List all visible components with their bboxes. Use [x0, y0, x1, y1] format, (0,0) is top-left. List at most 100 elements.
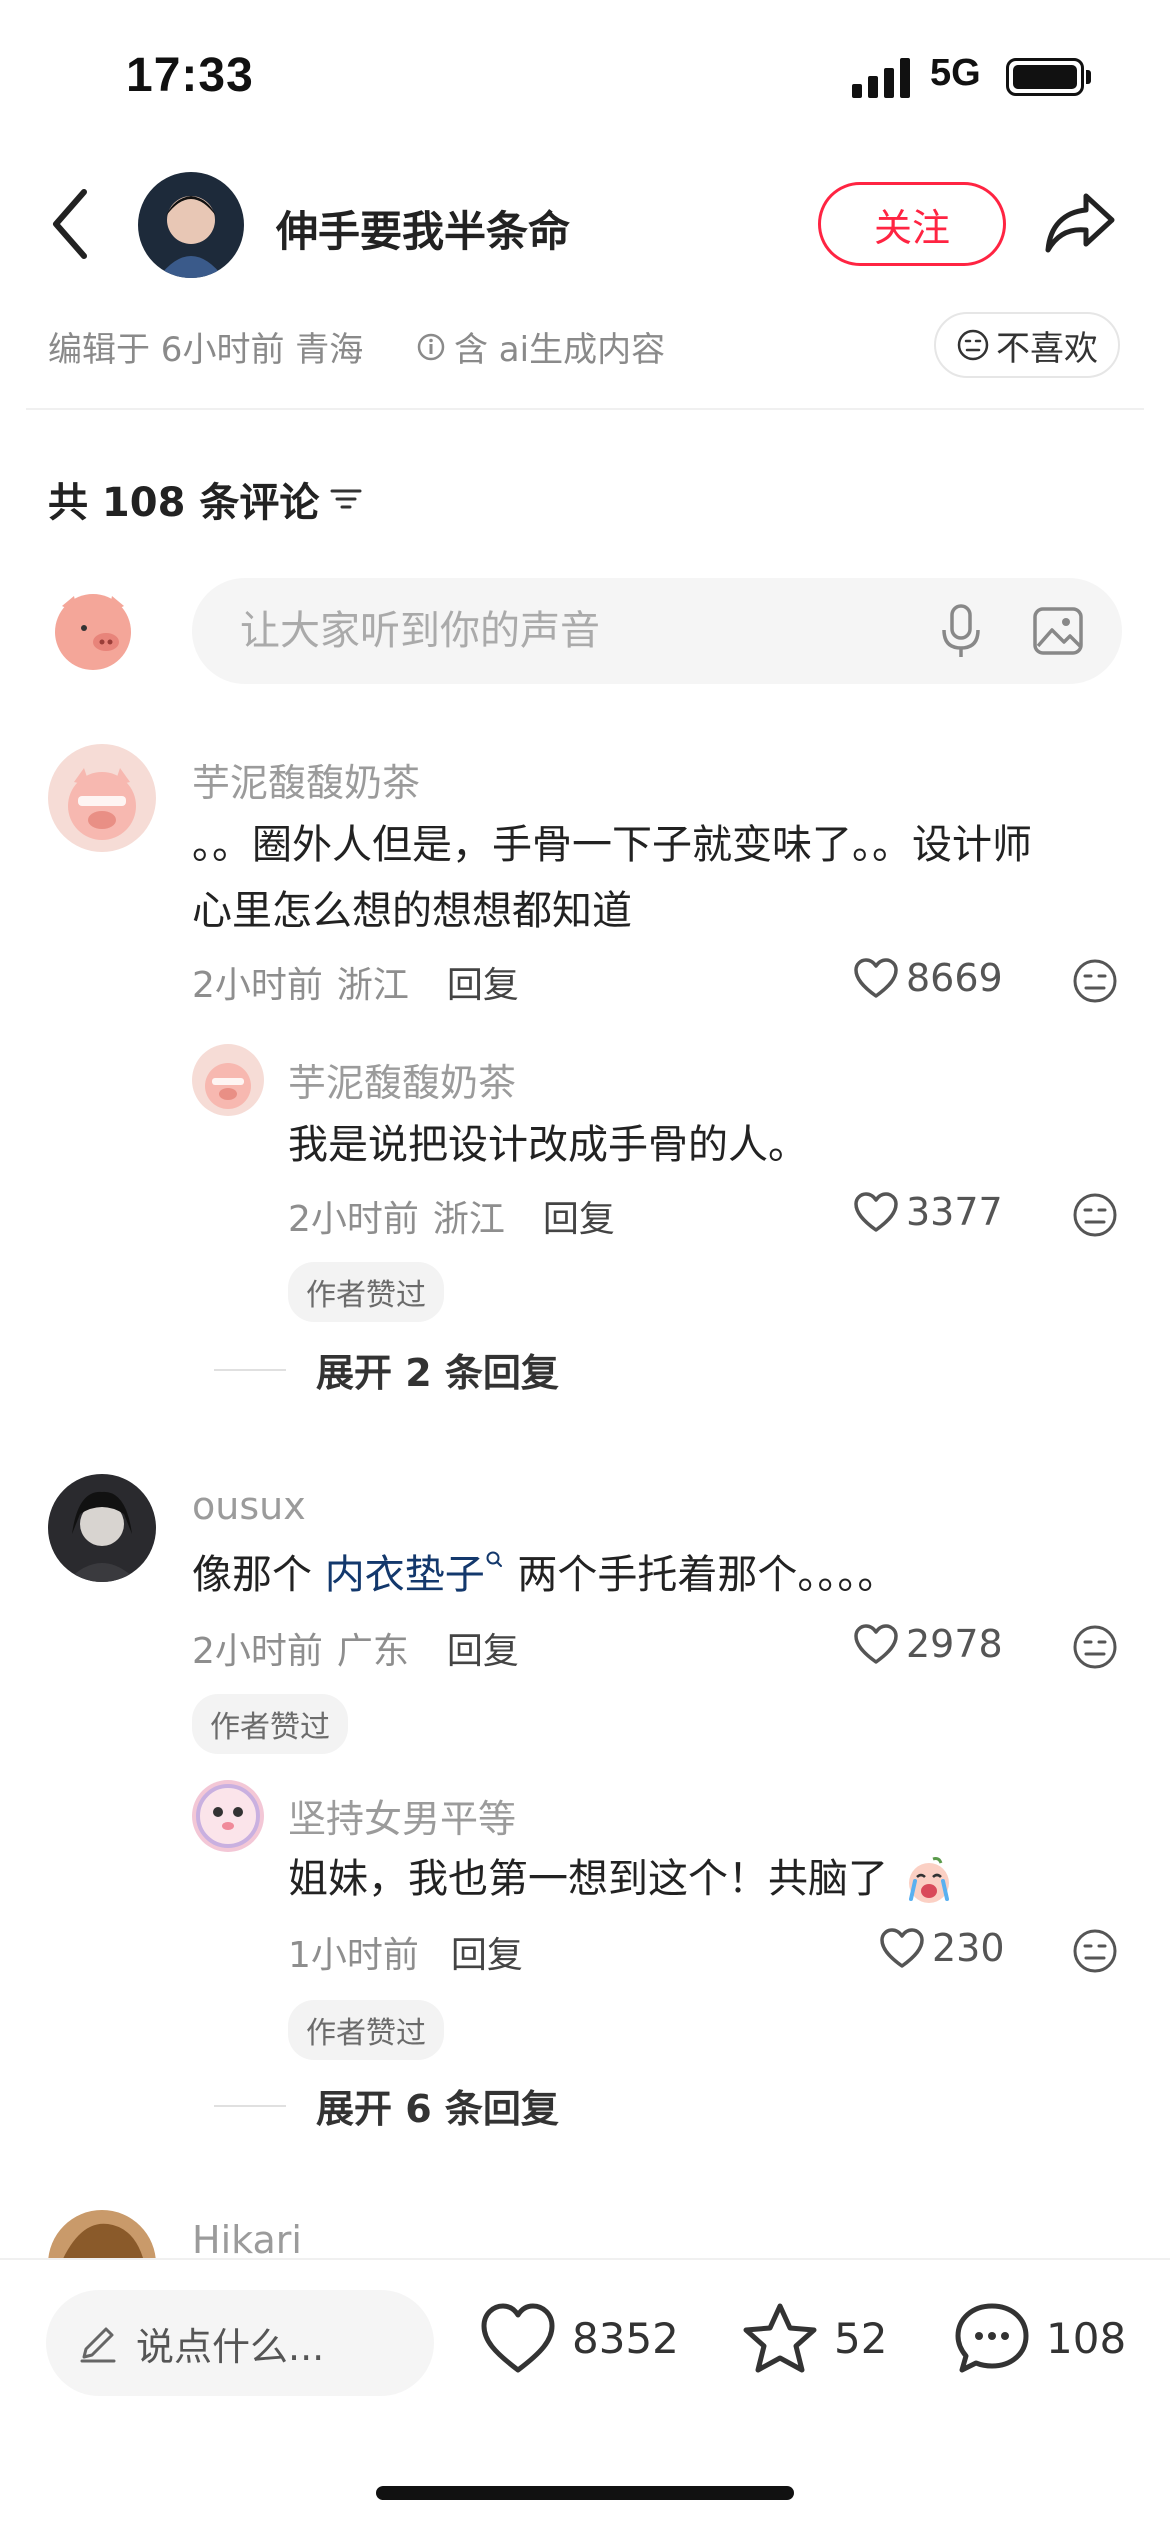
divider — [26, 408, 1144, 410]
ai-note-text: 含 ai生成内容 — [454, 330, 666, 370]
heart-icon — [854, 1624, 898, 1664]
reply-time: 2小时前 — [288, 1199, 419, 1240]
divider — [214, 1368, 286, 1371]
pencil-icon — [80, 2327, 116, 2363]
dislike-button[interactable]: 不喜欢 — [934, 312, 1120, 378]
reply-meta: 2小时前 浙江 回复 — [288, 1190, 615, 1242]
reply-text-content: 姐妹，我也第一想到这个！共脑了 — [288, 1856, 888, 1902]
post-like-button[interactable]: 8352 — [478, 2300, 679, 2376]
info-icon — [417, 333, 445, 360]
reply-button[interactable]: 回复 — [447, 1622, 519, 1674]
battery-tip — [1086, 70, 1091, 84]
filter-icon — [330, 489, 362, 509]
reply-text: 姐妹，我也第一想到这个！共脑了 — [288, 1846, 955, 1912]
comment-count-label: 共 108 条评论 — [48, 480, 320, 526]
mic-button[interactable] — [938, 602, 984, 660]
comment-username[interactable]: ousux — [192, 1484, 306, 1528]
neutral-face-icon — [1073, 1193, 1117, 1237]
comment-like-button[interactable]: 2978 — [852, 1622, 1003, 1666]
post-star-button[interactable]: 52 — [740, 2300, 887, 2376]
post-comment-count: 108 — [1046, 2313, 1127, 2363]
comment-avatar[interactable] — [48, 744, 156, 852]
follow-button[interactable]: 关注 — [818, 182, 1006, 266]
post-star-count: 52 — [834, 2313, 888, 2363]
author-liked-badge: 作者赞过 — [288, 1262, 444, 1322]
reply-dislike-button[interactable] — [1072, 1192, 1118, 1242]
reply-avatar[interactable] — [192, 1044, 264, 1116]
author-name[interactable]: 伸手要我半条命 — [276, 198, 570, 259]
reply-button[interactable]: 回复 — [447, 956, 519, 1008]
like-count: 230 — [932, 1926, 1005, 1970]
reply-dislike-button[interactable] — [1072, 1928, 1118, 1978]
image-button[interactable] — [1032, 606, 1084, 656]
battery-icon — [1006, 58, 1084, 96]
comment-username[interactable]: Hikari — [192, 2218, 302, 2262]
my-avatar — [48, 584, 138, 674]
crying-emoji-icon — [908, 1857, 949, 1903]
reply-like-button[interactable]: 230 — [878, 1926, 1005, 1970]
neutral-face-icon — [1073, 1625, 1117, 1669]
reply-username[interactable]: 坚持女男平等 — [288, 1788, 516, 1843]
comment-username[interactable]: 芋泥馥馥奶茶 — [192, 752, 420, 807]
home-indicator[interactable] — [376, 2486, 794, 2500]
comment-time: 2小时前 — [192, 965, 323, 1006]
share-button[interactable] — [1042, 188, 1118, 258]
comment-avatar[interactable] — [48, 1474, 156, 1582]
network-label: 5G — [930, 52, 981, 94]
comment-text-line: 心里怎么想的想想都知道 — [192, 888, 632, 934]
comment-text: 像那个 内衣垫子 两个手托着那个。。。。 — [192, 1542, 897, 1608]
status-time: 17:33 — [126, 49, 254, 102]
comment-dislike-button[interactable] — [1072, 1624, 1118, 1674]
heart-icon — [481, 2303, 555, 2373]
author-liked-badge: 作者赞过 — [288, 2000, 444, 2060]
heart-icon — [880, 1928, 924, 1968]
reply-avatar[interactable] — [192, 1780, 264, 1852]
comment-text: 。。圈外人但是，手骨一下子就变味了。。设计师 心里怎么想的想想都知道 — [192, 812, 1032, 944]
post-like-count: 8352 — [572, 2313, 679, 2363]
neutral-face-icon — [1073, 1929, 1117, 1973]
post-comment-button[interactable]: 108 — [952, 2300, 1126, 2376]
search-link[interactable]: 内衣垫子 — [325, 1552, 485, 1598]
comment-count-header[interactable]: 共 108 条评论 — [48, 470, 363, 528]
comment-dislike-button[interactable] — [1072, 958, 1118, 1008]
chat-bubble-icon — [955, 2303, 1029, 2373]
search-small-icon[interactable] — [485, 1550, 505, 1574]
star-icon — [743, 2303, 817, 2373]
comment-input[interactable] — [240, 602, 880, 660]
comment-text-line: 。。圈外人但是，手骨一下子就变味了。。设计师 — [192, 822, 1032, 868]
post-edit-info: 编辑于 6小时前 青海 — [48, 330, 364, 370]
ai-content-note: 含 ai生成内容 — [416, 322, 665, 371]
say-something-input[interactable]: 说点什么... — [46, 2290, 434, 2396]
reply-button[interactable]: 回复 — [543, 1190, 615, 1242]
image-icon — [1033, 607, 1083, 655]
expand-replies-button[interactable]: 展开 2 条回复 — [214, 1342, 559, 1397]
reply-text: 我是说把设计改成手骨的人。 — [288, 1122, 808, 1168]
dislike-label: 不喜欢 — [996, 328, 1098, 369]
say-something-placeholder: 说点什么... — [136, 2324, 325, 2369]
comment-meta: 2小时前 广东 回复 — [192, 1622, 519, 1674]
reply-time: 1小时前 — [288, 1935, 419, 1976]
reply-button[interactable]: 回复 — [451, 1926, 523, 1978]
share-icon — [1045, 193, 1115, 253]
comment-meta: 2小时前 浙江 回复 — [192, 956, 519, 1008]
mic-icon — [942, 604, 980, 657]
reply-meta: 1小时前 回复 — [288, 1926, 523, 1978]
comment-like-button[interactable]: 8669 — [852, 956, 1003, 1000]
signal-icon — [852, 58, 910, 98]
like-count: 3377 — [906, 1190, 1003, 1234]
back-icon — [53, 189, 87, 259]
comment-location: 浙江 — [336, 965, 409, 1006]
expand-replies-label: 展开 6 条回复 — [316, 2087, 559, 2131]
like-count: 2978 — [906, 1622, 1003, 1666]
reply-like-button[interactable]: 3377 — [852, 1190, 1003, 1234]
expand-replies-button[interactable]: 展开 6 条回复 — [214, 2078, 559, 2133]
author-avatar[interactable] — [138, 172, 244, 278]
author-liked-badge: 作者赞过 — [192, 1694, 348, 1754]
reply-location: 浙江 — [432, 1199, 505, 1240]
reply-username[interactable]: 芋泥馥馥奶茶 — [288, 1052, 516, 1107]
heart-icon — [854, 1192, 898, 1232]
comment-location: 广东 — [336, 1631, 409, 1672]
neutral-face-icon — [957, 329, 989, 361]
expand-replies-label: 展开 2 条回复 — [316, 1351, 559, 1395]
back-button[interactable] — [46, 186, 96, 262]
